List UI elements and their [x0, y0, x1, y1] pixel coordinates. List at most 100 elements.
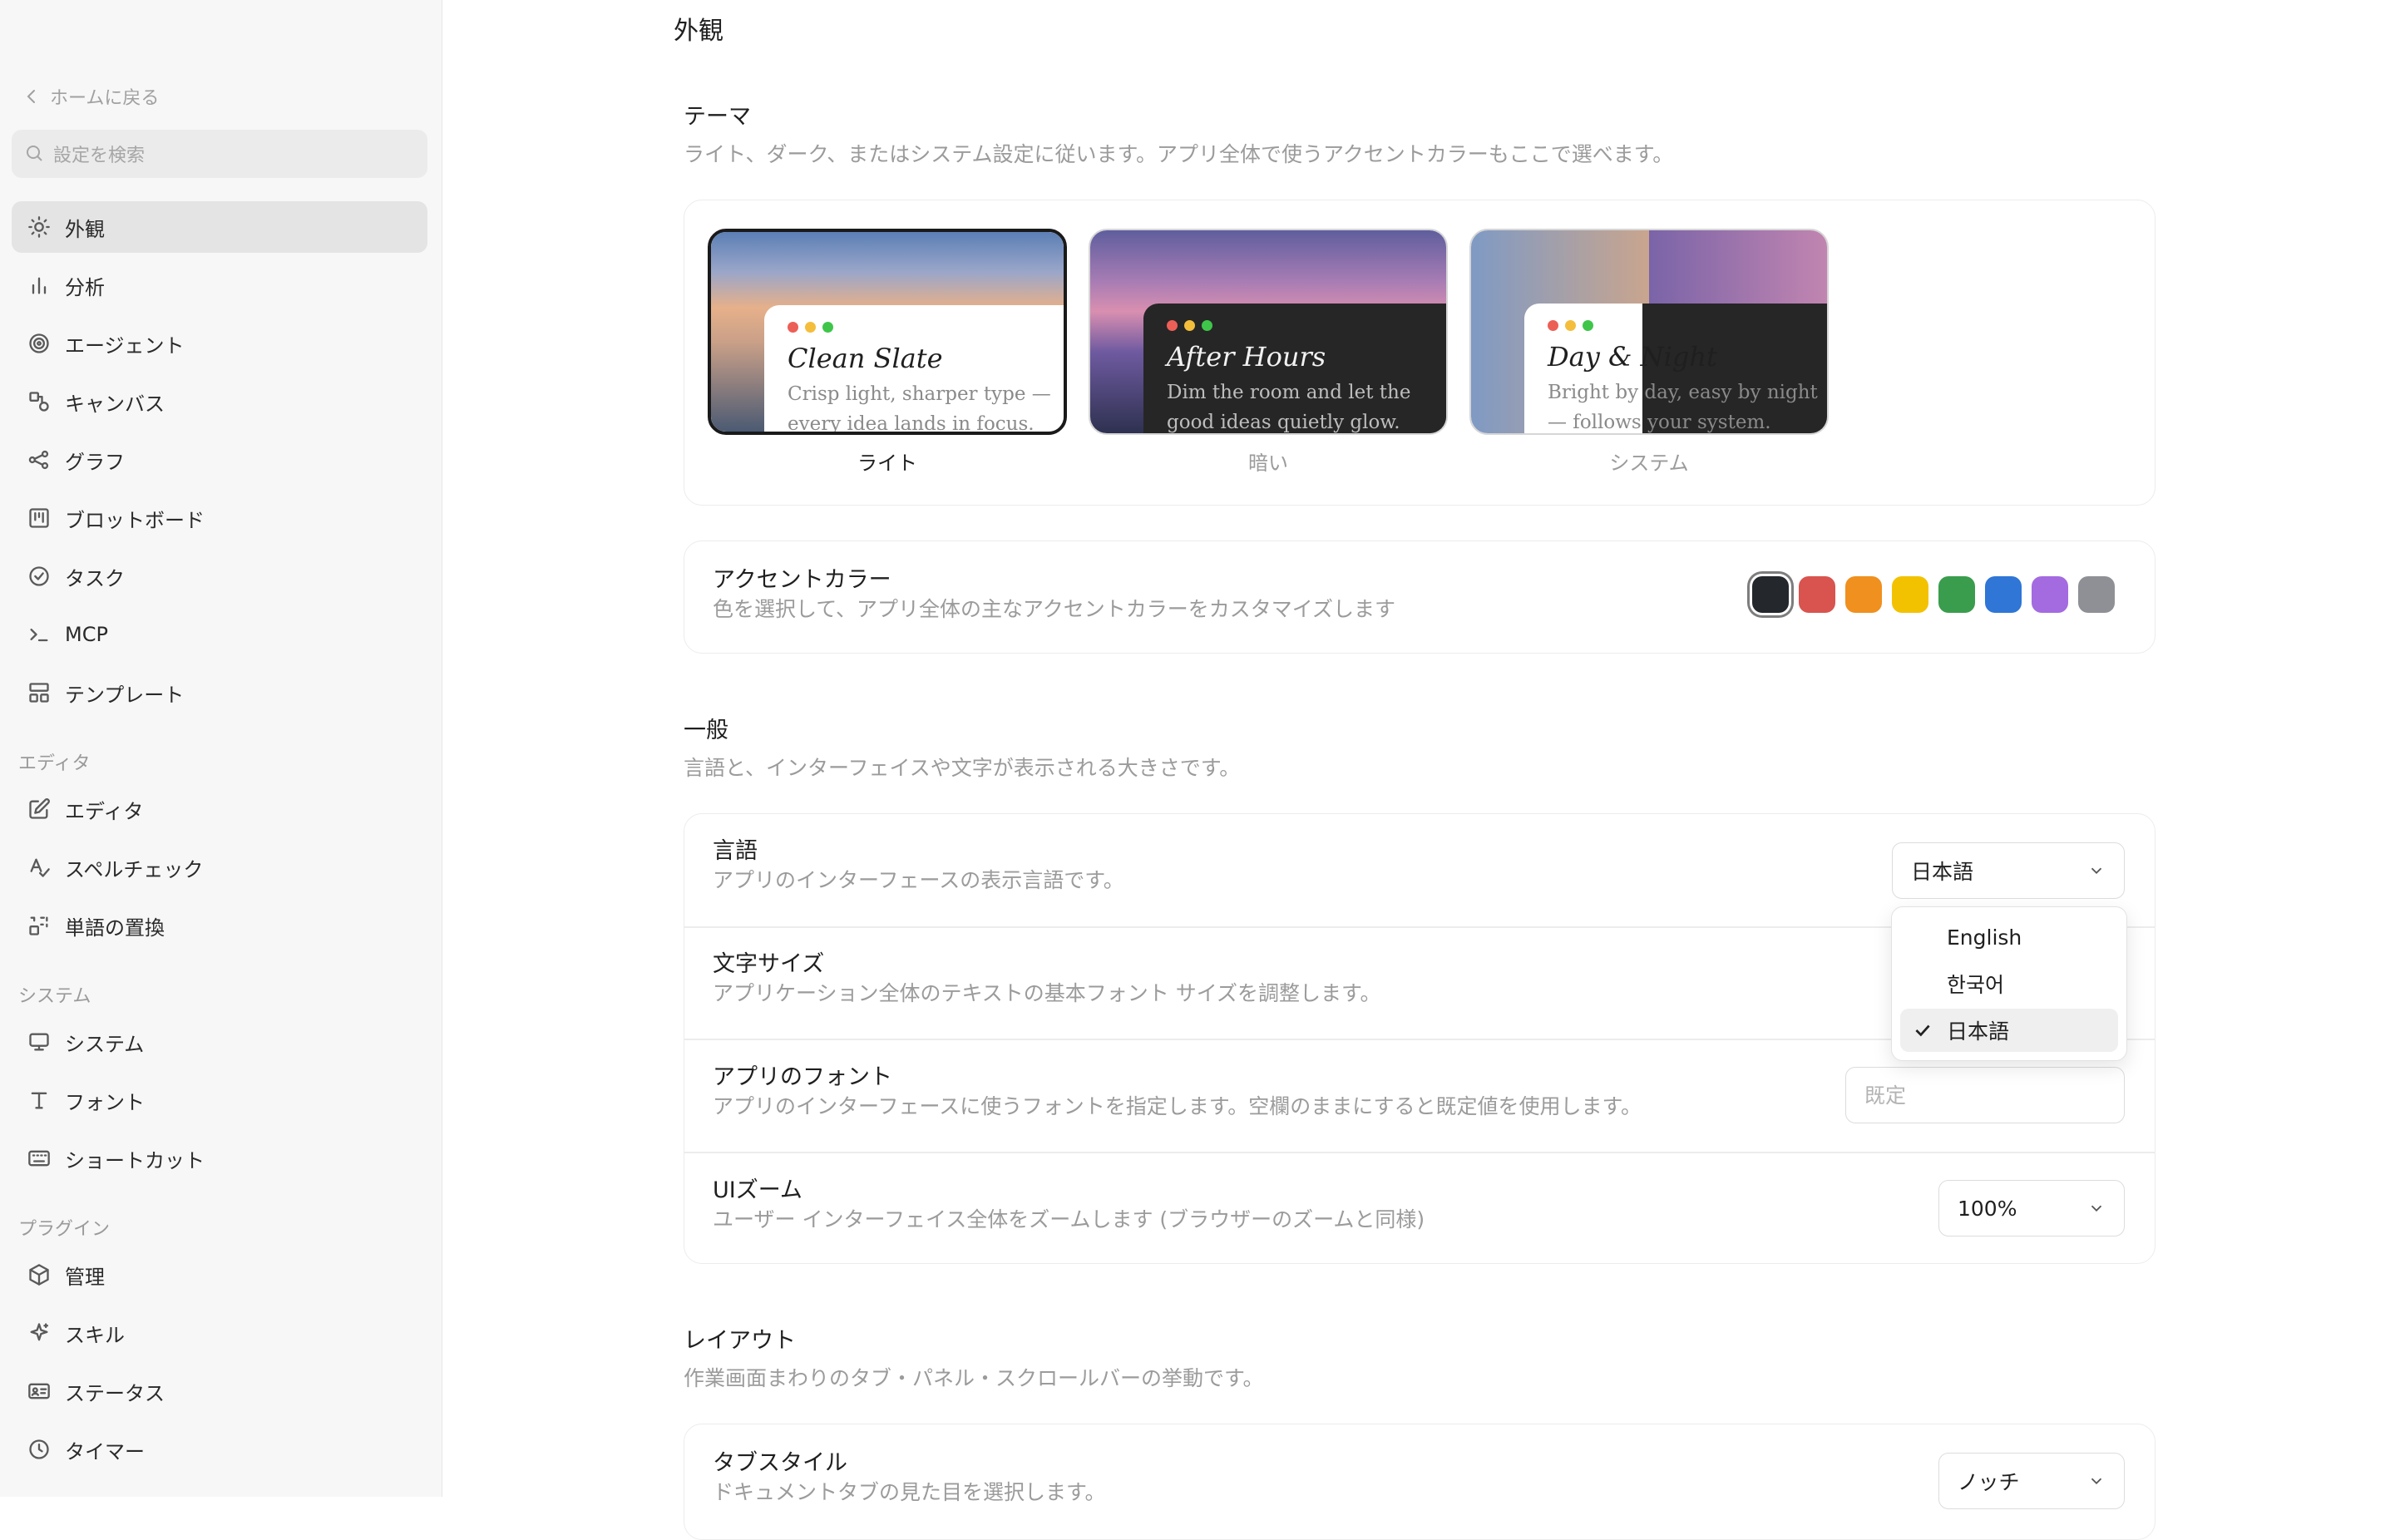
back-to-home-link[interactable]: ホームに戻る: [25, 80, 159, 113]
general-description: 言語と、インターフェイスや文字が表示される大きさです。: [684, 756, 1241, 780]
chevron-down-icon: [2091, 1205, 2102, 1212]
window-dot-yellow: [1565, 320, 1576, 331]
spellcheck-icon: [27, 855, 52, 880]
id-card-icon: [27, 1379, 52, 1404]
sidebar-item-manage[interactable]: 管理: [12, 1249, 427, 1301]
accent-swatch[interactable]: [1985, 576, 2022, 613]
general-heading: 一般: [684, 718, 728, 743]
sidebar-item-appearance[interactable]: 外観: [12, 201, 427, 253]
settings-search[interactable]: 設定を検索: [12, 130, 427, 178]
font-size-title: 文字サイズ: [713, 951, 825, 977]
language-title: 言語: [713, 838, 758, 864]
window-dot-yellow: [1184, 320, 1195, 331]
sidebar-item-label: 管理: [65, 1265, 105, 1289]
language-select[interactable]: 日本語: [1892, 842, 2125, 899]
theme-preview-window: After Hours Dim the room and let the goo…: [1143, 304, 1446, 433]
accent-swatch[interactable]: [1938, 576, 1975, 613]
accent-color-card: アクセントカラー 色を選択して、アプリ全体の主なアクセントカラーをカスタマイズし…: [684, 540, 2156, 654]
sidebar-item-label: キャンバス: [65, 392, 165, 416]
checkmark-icon: [1915, 1024, 1930, 1037]
sidebar-item-word-replace[interactable]: 単語の置換: [12, 900, 427, 951]
sidebar-item-templates[interactable]: テンプレート: [12, 667, 427, 718]
canvas-icon: [27, 389, 52, 414]
sidebar-item-timer[interactable]: タイマー: [12, 1424, 427, 1475]
sidebar-item-skills[interactable]: スキル: [12, 1307, 427, 1359]
sidebar-item-tasks[interactable]: タスク: [12, 550, 427, 602]
window-dot-red: [788, 322, 798, 333]
theme-option-light[interactable]: Clean Slate Crisp light, sharper type — …: [708, 229, 1067, 435]
accent-swatch[interactable]: [2078, 576, 2115, 613]
sidebar-item-shortcuts[interactable]: ショートカット: [12, 1133, 427, 1184]
theme-subtitle: Bright by day, easy by night — follows y…: [1548, 382, 1818, 433]
edit-icon: [27, 797, 52, 822]
sidebar-item-label: タスク: [65, 566, 125, 590]
sidebar-item-label: 外観: [65, 217, 105, 241]
window-dot-red: [1548, 320, 1558, 331]
replace-icon: [27, 913, 52, 938]
clock-icon: [27, 1437, 52, 1462]
language-option-korean[interactable]: 한국어: [1900, 962, 2118, 1005]
theme-option-dark[interactable]: After Hours Dim the room and let the goo…: [1089, 229, 1448, 435]
sidebar-item-status[interactable]: ステータス: [12, 1365, 427, 1417]
theme-option-system[interactable]: Day & Night Bright by day, easy by night…: [1469, 229, 1829, 435]
sidebar-item-agent[interactable]: エージェント: [12, 318, 427, 369]
app-font-description: アプリのインターフェースに使うフォントを指定します。空欄のままにすると既定値を使…: [713, 1094, 1642, 1118]
theme-description: ライト、ダーク、またはシステム設定に従います。アプリ全体で使うアクセントカラーも…: [684, 142, 1674, 166]
ui-zoom-select[interactable]: 100%: [1938, 1180, 2125, 1236]
theme-card: Clean Slate Crisp light, sharper type — …: [684, 200, 2156, 506]
ui-zoom-description: ユーザー インターフェイス全体をズームします (ブラウザーのズームと同様): [713, 1207, 1425, 1232]
sparkle-icon: [27, 1320, 52, 1345]
sidebar-item-canvas[interactable]: キャンバス: [12, 376, 427, 427]
sidebar-item-board[interactable]: ブロットボード: [12, 492, 427, 544]
sidebar-item-graph[interactable]: グラフ: [12, 434, 427, 486]
chevron-down-icon: [2091, 867, 2102, 875]
sidebar-item-label: エディタ: [65, 799, 144, 823]
theme-subtitle: Dim the room and let the good ideas quie…: [1167, 382, 1411, 433]
language-value: 日本語: [1911, 860, 1974, 884]
sidebar-item-spellcheck[interactable]: スペルチェック: [12, 842, 427, 893]
sidebar-item-label: MCP: [65, 623, 108, 646]
app-font-input[interactable]: [1845, 1067, 2125, 1123]
sidebar-item-label: 分析: [65, 275, 105, 299]
sidebar-item-label: フォント: [65, 1090, 145, 1114]
language-dropdown-menu: English 한국어 日本語: [1891, 906, 2127, 1061]
accent-title: アクセントカラー: [713, 567, 891, 593]
accent-swatch[interactable]: [1752, 576, 1789, 613]
sun-icon: [27, 215, 52, 239]
tab-style-value: ノッチ: [1958, 1470, 2020, 1494]
accent-swatch[interactable]: [2032, 576, 2068, 613]
graph-icon: [27, 447, 52, 472]
template-icon: [27, 680, 52, 705]
sidebar-item-label: エージェント: [65, 333, 185, 358]
theme-preview-window: Clean Slate Crisp light, sharper type — …: [764, 305, 1064, 432]
accent-swatch[interactable]: [1799, 576, 1835, 613]
sidebar-item-mcp[interactable]: MCP: [12, 609, 427, 660]
chevron-left-icon: [27, 90, 35, 103]
tab-style-title: タブスタイル: [713, 1450, 847, 1476]
settings-sidebar: ホームに戻る 設定を検索 外観 分析 エージェント キャンバス グラフ ブロット…: [0, 0, 442, 1497]
sidebar-item-system[interactable]: システム: [12, 1016, 427, 1068]
monitor-icon: [27, 1029, 52, 1054]
tab-style-select[interactable]: ノッチ: [1938, 1453, 2125, 1509]
search-placeholder: 設定を検索: [53, 146, 146, 166]
ui-zoom-title: UIズーム: [713, 1177, 802, 1203]
layout-card: タブスタイル ドキュメントタブの見た目を選択します。 ノッチ: [684, 1424, 2156, 1540]
search-icon: [27, 146, 42, 161]
window-dot-green: [1583, 320, 1593, 331]
sidebar-item-fonts[interactable]: フォント: [12, 1074, 427, 1126]
package-icon: [27, 1262, 52, 1287]
theme-preview-window: Day & Night Bright by day, easy by night…: [1524, 304, 1827, 433]
sidebar-item-label: ステータス: [65, 1381, 165, 1405]
page-title: 外観: [674, 17, 723, 46]
theme-label-system: システム: [1609, 452, 1689, 475]
sidebar-item-label: グラフ: [65, 450, 125, 474]
sidebar-item-editor[interactable]: エディタ: [12, 783, 427, 835]
keyboard-icon: [27, 1146, 52, 1171]
accent-swatch[interactable]: [1845, 576, 1882, 613]
accent-description: 色を選択して、アプリ全体の主なアクセントカラーをカスタマイズします: [713, 597, 1396, 621]
font-size-description: アプリケーション全体のテキストの基本フォント サイズを調整します。: [713, 981, 1381, 1005]
language-option-japanese[interactable]: 日本語: [1900, 1009, 2118, 1052]
sidebar-item-analytics[interactable]: 分析: [12, 259, 427, 311]
language-option-english[interactable]: English: [1900, 916, 2118, 959]
accent-swatch[interactable]: [1892, 576, 1928, 613]
